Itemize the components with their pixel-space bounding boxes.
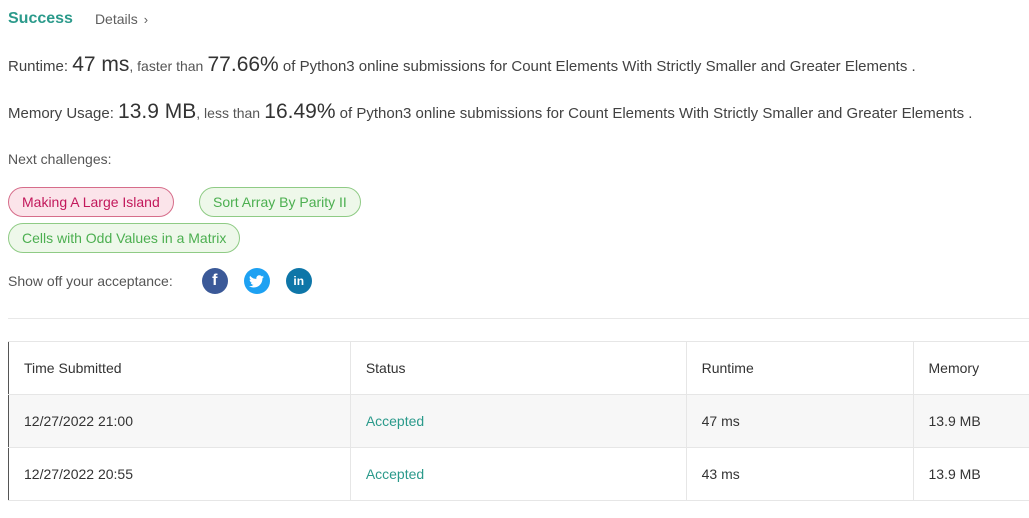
cell-time: 12/27/2022 21:00	[8, 394, 351, 448]
cell-runtime: 47 ms	[685, 394, 914, 448]
memory-comparison: , less than	[196, 105, 261, 121]
facebook-icon[interactable]: f	[201, 268, 228, 294]
cell-memory: 13.9 MB	[912, 447, 1029, 501]
status-title: Success	[8, 10, 73, 27]
submissions-table: Time Submitted Status Runtime Memory 12/…	[8, 341, 1029, 501]
challenge-cells-with-odd-values[interactable]: Cells with Odd Values in a Matrix	[8, 223, 241, 253]
share-label: Show off your acceptance:	[8, 273, 173, 289]
next-challenges-label: Next challenges:	[8, 151, 112, 167]
header-status[interactable]: Status	[349, 341, 687, 395]
memory-label: Memory Usage:	[8, 105, 114, 122]
runtime-suffix: of Python3 online submissions for Count …	[282, 58, 916, 75]
runtime-percent: 77.66%	[207, 53, 279, 76]
chevron-right-icon: ›	[143, 11, 149, 27]
share-row: Show off your acceptance: f in	[8, 266, 312, 296]
runtime-label: Runtime:	[8, 58, 69, 75]
status-accepted-link[interactable]: Accepted	[366, 466, 424, 482]
header-time-submitted[interactable]: Time Submitted	[8, 341, 351, 395]
memory-stat: Memory Usage: 13.9 MB, less than 16.49% …	[8, 100, 972, 124]
memory-suffix: of Python3 online submissions for Count …	[339, 105, 973, 122]
cell-status: Accepted	[349, 447, 687, 501]
challenge-making-a-large-island[interactable]: Making A Large Island	[8, 187, 174, 217]
details-link[interactable]: Details ›	[95, 11, 148, 27]
runtime-stat: Runtime: 47 ms, faster than 77.66% of Py…	[8, 53, 916, 77]
submission-result-page: Success Details › Runtime: 47 ms, faster…	[0, 0, 1029, 518]
cell-memory: 13.9 MB	[912, 394, 1029, 448]
cell-time: 12/27/2022 20:55	[8, 447, 351, 501]
linkedin-icon[interactable]: in	[285, 268, 312, 294]
runtime-value: 47 ms	[72, 53, 130, 76]
status-accepted-link[interactable]: Accepted	[366, 413, 424, 429]
table-row: 12/27/2022 20:55 Accepted 43 ms 13.9 MB	[8, 447, 1029, 501]
twitter-bird-icon	[249, 274, 265, 287]
table-row: 12/27/2022 21:00 Accepted 47 ms 13.9 MB	[8, 394, 1029, 448]
twitter-icon[interactable]	[243, 268, 270, 294]
challenge-sort-array-by-parity-ii[interactable]: Sort Array By Parity II	[199, 187, 361, 217]
header-memory[interactable]: Memory	[912, 341, 1029, 395]
header-runtime[interactable]: Runtime	[685, 341, 914, 395]
result-header: Success Details ›	[8, 8, 148, 30]
divider	[8, 318, 1029, 319]
memory-percent: 16.49%	[264, 100, 336, 123]
memory-value: 13.9 MB	[118, 100, 197, 123]
cell-status: Accepted	[349, 394, 687, 448]
runtime-comparison: , faster than	[129, 58, 204, 74]
cell-runtime: 43 ms	[685, 447, 914, 501]
table-header-row: Time Submitted Status Runtime Memory	[8, 341, 1029, 395]
details-label: Details	[94, 11, 138, 27]
